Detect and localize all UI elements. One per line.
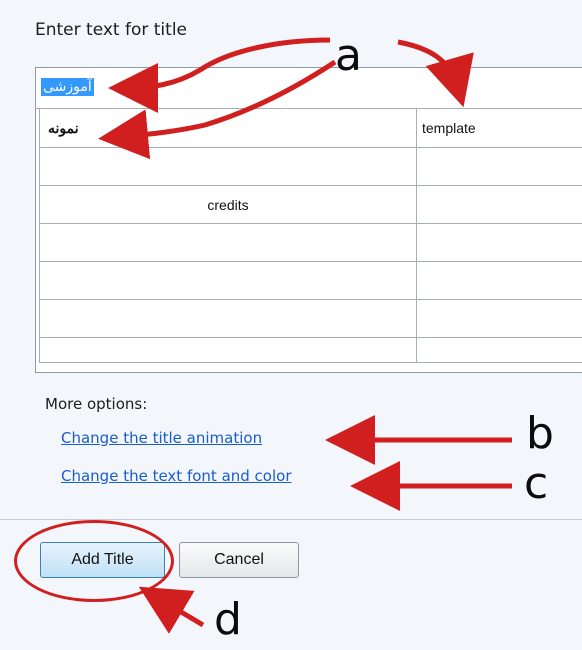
table-row — [39, 147, 582, 186]
annotation-label-a: a — [335, 30, 362, 81]
selected-title-text[interactable]: آموزشی — [41, 78, 94, 96]
table-row — [39, 223, 582, 262]
table-cell[interactable] — [39, 261, 417, 300]
annotation-label-b: b — [526, 408, 554, 459]
table-cell[interactable] — [39, 337, 417, 363]
table-row — [39, 299, 582, 338]
table-cell[interactable] — [416, 261, 582, 300]
table-row: credits — [39, 185, 582, 224]
table-cell[interactable] — [39, 147, 417, 186]
table-cell[interactable] — [416, 299, 582, 338]
arrow-d — [138, 586, 205, 634]
table-cell[interactable] — [39, 223, 417, 262]
table-row — [39, 261, 582, 300]
table-cell[interactable] — [416, 147, 582, 186]
annotation-label-c: c — [524, 458, 549, 509]
table-cell[interactable] — [416, 337, 582, 363]
table-cell[interactable]: نمونه — [39, 108, 417, 148]
title-table: نمونه template credits — [39, 108, 582, 363]
dialog-heading: Enter text for title — [35, 20, 188, 40]
table-cell[interactable] — [39, 299, 417, 338]
change-title-animation-link[interactable]: Change the title animation — [61, 429, 262, 447]
table-cell[interactable]: credits — [39, 185, 417, 224]
title-line[interactable]: آموزشی — [36, 68, 582, 109]
table-cell[interactable] — [416, 185, 582, 224]
table-row: نمونه template — [39, 108, 582, 148]
change-text-font-color-link[interactable]: Change the text font and color — [61, 467, 292, 485]
table-cell[interactable] — [416, 223, 582, 262]
cancel-button[interactable]: Cancel — [179, 542, 299, 578]
table-cell[interactable]: template — [416, 108, 582, 148]
title-editor[interactable]: آموزشی نمونه template credits — [35, 67, 582, 373]
table-row — [39, 337, 582, 363]
more-options-label: More options: — [45, 395, 148, 413]
highlight-circle — [14, 520, 174, 602]
annotation-label-d: d — [214, 594, 242, 645]
